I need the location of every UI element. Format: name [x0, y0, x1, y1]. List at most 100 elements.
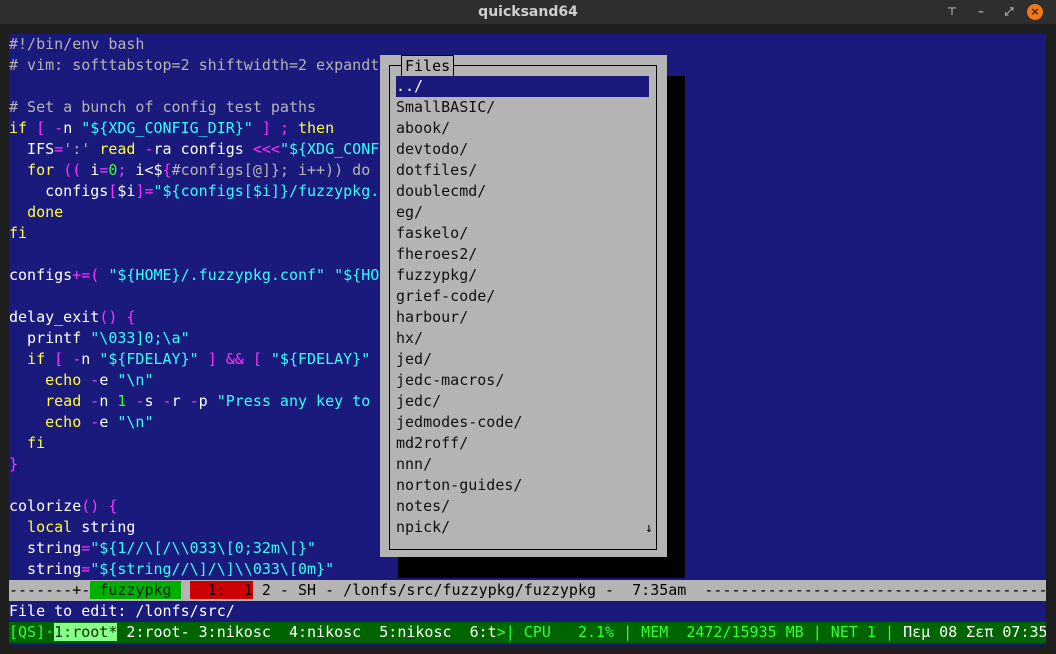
code-token: fi: [27, 434, 46, 452]
minimize-icon[interactable]: –: [973, 4, 989, 20]
file-list-item[interactable]: ../: [396, 76, 649, 97]
command-prompt[interactable]: File to edit: /lonfs/src/: [9, 601, 235, 622]
code-token: =: [54, 140, 64, 158]
scroll-down-icon[interactable]: ↓: [645, 521, 653, 536]
code-token: =: [81, 560, 91, 578]
file-list-item[interactable]: fuzzypkg/: [396, 265, 649, 286]
code-token: for: [27, 161, 55, 179]
status-info: 2 - SH - /lonfs/src/fuzzypkg/fuzzypkg - …: [252, 581, 705, 599]
file-list-item[interactable]: nnn/: [396, 454, 649, 475]
code-token: echo: [45, 413, 82, 431]
pin-icon[interactable]: ⊤: [944, 4, 960, 20]
file-list-item[interactable]: norton-guides/: [396, 475, 649, 496]
status-fill: ----------------------------------------…: [704, 581, 1046, 599]
terminal[interactable]: #!/bin/env bash # vim: softtabstop=2 shif…: [9, 34, 1046, 645]
code-token: p: [198, 392, 217, 410]
code-token: "Press any key to: [216, 392, 371, 410]
code-token: echo: [45, 371, 82, 389]
tmux-clock: Πεμ 08 Σεπ 07:35: [903, 623, 1046, 641]
code-line: configs[$i]="${configs[$i]}/fuzzypkg.: [9, 181, 379, 202]
code-token: {: [162, 161, 172, 179]
file-list-item[interactable]: fheroes2/: [396, 244, 649, 265]
code-token: string: [9, 560, 82, 578]
code-token: then: [298, 119, 335, 137]
file-list-item[interactable]: dotfiles/: [396, 160, 649, 181]
code-token: string: [72, 518, 136, 536]
code-token: ((: [63, 161, 82, 179]
file-list-item[interactable]: devtodo/: [396, 139, 649, 160]
code-token: if: [27, 350, 46, 368]
buffer-name: fuzzypkg: [90, 581, 181, 599]
code-token: read: [99, 140, 136, 158]
file-list-item[interactable]: npick/: [396, 517, 649, 538]
file-list-item[interactable]: harbour/: [396, 307, 649, 328]
code-token: s: [144, 392, 163, 410]
code-token: -: [144, 140, 154, 158]
tmux-session: [QS]: [9, 623, 46, 641]
code-token: {: [126, 308, 136, 326]
dialog-title: Files: [401, 55, 455, 76]
file-list-item[interactable]: notes/: [396, 496, 649, 517]
file-list-item[interactable]: SmallBASIC/: [396, 97, 649, 118]
code-token: "${FDELAY}": [99, 350, 199, 368]
close-icon[interactable]: ×: [1027, 4, 1043, 20]
code-token: ':': [63, 140, 91, 158]
code-token: "${FDELAY}": [270, 350, 371, 368]
code-token: &&: [225, 350, 244, 368]
code-token: "${HOME}/.fuzzypkg.conf": [108, 266, 326, 284]
file-dialog: Files ../SmallBASIC/abook/devtodo/dotfil…: [380, 55, 667, 557]
file-list-item[interactable]: doublecmd/: [396, 181, 649, 202]
code-token: {: [108, 497, 118, 515]
tmux-window-active[interactable]: 1:root*: [54, 623, 118, 641]
code-token: [: [252, 350, 262, 368]
file-list-item[interactable]: jedmodes-code/: [396, 412, 649, 433]
tmux-windows[interactable]: 2:root- 3:nikosc 4:nikosc 5:nikosc 6:t: [117, 623, 496, 641]
maximize-icon[interactable]: ⤢: [1001, 4, 1017, 20]
tmux-stats: >| CPU 2.1% | MEM 2472/15935 MB | NET 1 …: [496, 623, 904, 641]
code-token: string: [9, 539, 82, 557]
code-line: for (( i=0; i<${#configs[@]}; i++)) do: [9, 160, 370, 181]
window-title: quicksand64: [478, 4, 578, 20]
code-line: colorize() {: [9, 496, 117, 517]
code-token: #!/bin/env bash: [9, 35, 145, 53]
code-line: configs+=( "${HOME}/.fuzzypkg.conf" "${H…: [9, 265, 379, 286]
code-line: delay_exit() {: [9, 307, 135, 328]
code-token: fi: [9, 224, 28, 242]
file-list-item[interactable]: abook/: [396, 118, 649, 139]
code-line: string="${1//\[/\\033\[0;32m\[}": [9, 538, 316, 559]
file-list-item[interactable]: grief-code/: [396, 286, 649, 307]
file-list-item[interactable]: jedc/: [396, 391, 649, 412]
dialog-shadow: [398, 557, 685, 578]
file-list-item[interactable]: hx/: [396, 328, 649, 349]
code-token: ra configs: [153, 140, 253, 158]
file-list-item[interactable]: jedc-macros/: [396, 370, 649, 391]
file-list-item[interactable]: md2roff/: [396, 433, 649, 454]
code-line: local string: [9, 517, 135, 538]
code-token: -: [90, 413, 100, 431]
file-list-item[interactable]: faskelo/: [396, 223, 649, 244]
code-token: n: [63, 119, 82, 137]
cursor-position: 1: 1: [189, 581, 253, 599]
code-token: -: [54, 119, 64, 137]
file-list-item[interactable]: eg/: [396, 202, 649, 223]
code-token: "\n": [117, 371, 154, 389]
code-token: read: [45, 392, 82, 410]
window-titlebar: quicksand64 ⊤ – ⤢ ×: [0, 0, 1056, 24]
file-list-item[interactable]: jed/: [396, 349, 649, 370]
code-token: ;: [279, 119, 289, 137]
